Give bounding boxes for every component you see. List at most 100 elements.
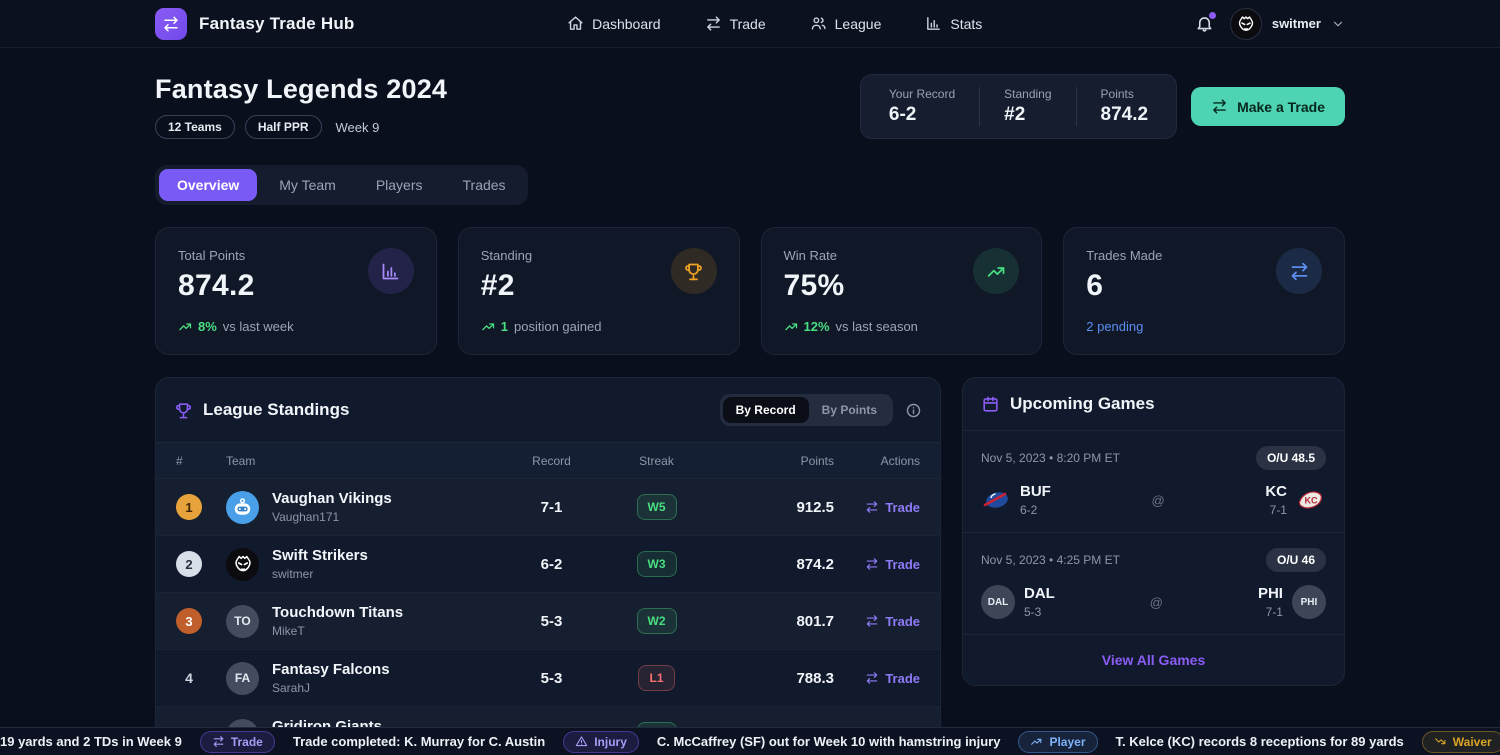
game-datetime: Nov 5, 2023 • 8:20 PM ET: [981, 451, 1120, 465]
ticker-text: T. Kelce (KC) records 8 receptions for 8…: [1116, 734, 1404, 749]
rank-badge: 2: [176, 551, 202, 577]
team-name: Touchdown Titans: [272, 604, 403, 621]
table-row: 2 Swift Strikers switmer 6-2 W3 874.2 Tr…: [156, 536, 940, 593]
at-symbol: @: [1151, 493, 1164, 508]
trending-up-icon: [481, 319, 496, 334]
team-avatar-robot-icon: [226, 491, 259, 524]
chevron-down-icon: [1331, 17, 1345, 31]
bills-logo-icon: [981, 485, 1011, 515]
league-header: Fantasy Legends 2024 12 Teams Half PPR W…: [155, 74, 447, 139]
pending-trades-link[interactable]: 2 pending: [1086, 319, 1143, 334]
nav-item-trade[interactable]: Trade: [705, 15, 766, 32]
team-avatar: TO: [226, 605, 259, 638]
tab-my-team[interactable]: My Team: [261, 169, 354, 201]
points-value: 788.3: [709, 670, 834, 687]
week-label: Week 9: [336, 120, 380, 135]
swap-icon: [865, 557, 879, 571]
info-icon[interactable]: [905, 402, 922, 419]
swap-icon: [212, 735, 225, 748]
upcoming-games-panel: Upcoming Games Nov 5, 2023 • 8:20 PM ET …: [962, 377, 1345, 686]
game-datetime: Nov 5, 2023 • 4:25 PM ET: [981, 553, 1120, 567]
trending-up-icon: [178, 319, 193, 334]
user-menu[interactable]: switmer: [1230, 8, 1345, 40]
trending-up-icon: [1030, 735, 1043, 748]
team-owner: MikeT: [272, 624, 403, 638]
make-a-trade-button[interactable]: Make a Trade: [1191, 87, 1345, 126]
record-value: 5-3: [499, 613, 604, 630]
player-badge: Player: [1018, 731, 1097, 753]
at-symbol: @: [1150, 595, 1163, 610]
notification-dot: [1209, 12, 1216, 19]
tab-overview[interactable]: Overview: [159, 169, 257, 201]
trophy-icon: [671, 248, 717, 294]
waiver-badge: Waiver: [1422, 731, 1500, 753]
streak-badge: W2: [637, 608, 677, 634]
sort-toggle: By Record By Points: [720, 394, 893, 426]
app-title: Fantasy Trade Hub: [199, 14, 355, 34]
away-team: DAL DAL 5-3: [981, 585, 1055, 619]
trade-button[interactable]: Trade: [865, 671, 920, 686]
team-owner: Vaughan171: [272, 510, 392, 524]
view-tabs: Overview My Team Players Trades: [155, 165, 528, 205]
tab-players[interactable]: Players: [358, 169, 441, 201]
nav-item-stats[interactable]: Stats: [925, 15, 982, 32]
record-summary: Your Record 6-2 Standing #2 Points 874.2: [860, 74, 1177, 139]
team-name: Swift Strikers: [272, 547, 368, 564]
stat-cards: Total Points 874.2 8% vs last week Stand…: [155, 227, 1345, 355]
rank-badge: 3: [176, 608, 202, 634]
streak-badge: L1: [638, 665, 674, 691]
points-item: Points 874.2: [1076, 87, 1173, 126]
nav-label: Stats: [950, 16, 982, 32]
toggle-by-points[interactable]: By Points: [809, 397, 890, 423]
swap-icon: [865, 671, 879, 685]
points-value: 801.7: [709, 613, 834, 630]
rank-badge: 4: [176, 665, 202, 691]
team-name: Fantasy Falcons: [272, 661, 390, 678]
swap-icon: [865, 614, 879, 628]
table-row: 1 Vaughan Vikings Vaughan171 7-1 W5 912.…: [156, 479, 940, 536]
team-owner: SarahJ: [272, 681, 390, 695]
over-under-badge: O/U 48.5: [1256, 446, 1326, 470]
trending-up-icon: [973, 248, 1019, 294]
team-name: Vaughan Vikings: [272, 490, 392, 507]
team-owner: switmer: [272, 567, 368, 581]
nav-item-dashboard[interactable]: Dashboard: [567, 15, 661, 32]
page-title: Fantasy Legends 2024: [155, 74, 447, 105]
tab-trades[interactable]: Trades: [445, 169, 524, 201]
home-icon: [567, 15, 584, 32]
swap-icon: [705, 15, 722, 32]
points-value: 874.2: [709, 556, 834, 573]
ticker-text: C. McCaffrey (SF) out for Week 10 with h…: [657, 734, 1001, 749]
table-row: 4 FA Fantasy Falcons SarahJ 5-3 L1 788.3…: [156, 650, 940, 707]
view-all-games-link[interactable]: View All Games: [963, 635, 1344, 685]
nav-menu: Dashboard Trade League Stats: [567, 15, 982, 32]
ticker-text: 19 yards and 2 TDs in Week 9: [0, 734, 182, 749]
rank-badge: 1: [176, 494, 202, 520]
brand[interactable]: Fantasy Trade Hub: [155, 8, 355, 40]
nav-item-league[interactable]: League: [810, 15, 882, 32]
notifications-button[interactable]: [1195, 14, 1214, 33]
teams-badge: 12 Teams: [155, 115, 235, 139]
record-value: 5-3: [499, 670, 604, 687]
trade-button[interactable]: Trade: [865, 500, 920, 515]
scoring-badge: Half PPR: [245, 115, 322, 139]
team-logo: PHI: [1292, 585, 1326, 619]
table-header: # Team Record Streak Points Actions: [156, 442, 940, 479]
stat-card-trades-made: Trades Made 6 2 pending: [1063, 227, 1345, 355]
toggle-by-record[interactable]: By Record: [723, 397, 809, 423]
team-logo: DAL: [981, 585, 1015, 619]
trade-button[interactable]: Trade: [865, 557, 920, 572]
trade-button[interactable]: Trade: [865, 614, 920, 629]
calendar-icon: [981, 395, 1000, 414]
home-team: KC 7-1: [1265, 483, 1326, 517]
ticker-text: Trade completed: K. Murray for C. Austin: [293, 734, 545, 749]
app-logo-swap-icon: [155, 8, 187, 40]
nav-right: switmer: [1195, 8, 1345, 40]
stat-card-total-points: Total Points 874.2 8% vs last week: [155, 227, 437, 355]
stat-card-win-rate: Win Rate 75% 12% vs last season: [761, 227, 1043, 355]
trending-up-icon: [784, 319, 799, 334]
upcoming-games-title: Upcoming Games: [981, 394, 1155, 414]
streak-badge: W5: [637, 494, 677, 520]
nav-label: Trade: [730, 16, 766, 32]
trophy-icon: [174, 401, 193, 420]
